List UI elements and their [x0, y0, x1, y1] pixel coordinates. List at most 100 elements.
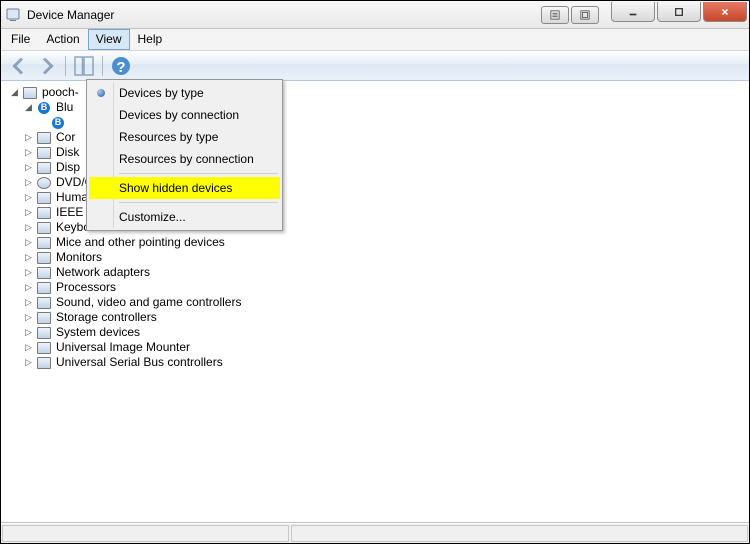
tree-item-label: Network adapters — [56, 265, 150, 280]
tree-item-label: Disp — [56, 160, 80, 175]
monitor-icon — [36, 250, 52, 266]
bluetooth-icon: B — [50, 115, 66, 131]
maximize-button[interactable] — [657, 2, 701, 22]
collapse-icon[interactable]: ◢ — [23, 102, 34, 113]
menu-action[interactable]: Action — [38, 29, 87, 50]
tree-item[interactable]: ▷ System devices — [9, 325, 749, 340]
menu-item-label: Show hidden devices — [119, 181, 232, 195]
usb-icon — [36, 355, 52, 371]
view-dropdown: Devices by type Devices by connection Re… — [86, 79, 283, 231]
ieee-icon — [36, 205, 52, 221]
tree-item[interactable]: ▷ Mice and other pointing devices — [9, 235, 749, 250]
radio-bullet-icon — [97, 89, 105, 97]
tree-item-label: Blu — [56, 100, 73, 115]
keyboard-icon — [36, 220, 52, 236]
tree-item[interactable]: ▷ Monitors — [9, 250, 749, 265]
tree-item-label: Universal Serial Bus controllers — [56, 355, 223, 370]
tree-item-label: System devices — [56, 325, 140, 340]
expand-icon[interactable]: ▷ — [23, 162, 34, 173]
gadget-button-2[interactable] — [571, 6, 599, 24]
tree-root-label: pooch- — [42, 85, 79, 100]
menu-view[interactable]: View — [88, 29, 130, 50]
expand-icon[interactable]: ▷ — [23, 147, 34, 158]
status-cell — [2, 525, 289, 542]
expand-icon[interactable]: ▷ — [23, 282, 34, 293]
hid-icon — [36, 190, 52, 206]
expand-icon[interactable]: ▷ — [23, 192, 34, 203]
menu-resources-by-connection[interactable]: Resources by connection — [89, 148, 280, 170]
tree-item-label: Sound, video and game controllers — [56, 295, 241, 310]
disk-icon — [36, 145, 52, 161]
toolbar: ? — [1, 51, 749, 81]
menu-item-label: Customize... — [119, 210, 186, 224]
window-extra-buttons — [541, 6, 599, 24]
menu-resources-by-type[interactable]: Resources by type — [89, 126, 280, 148]
tree-item[interactable]: ▷ Storage controllers — [9, 310, 749, 325]
computer-icon — [22, 85, 38, 101]
menu-item-label: Devices by type — [119, 86, 204, 100]
dvd-icon — [36, 175, 52, 191]
expand-icon[interactable]: ▷ — [23, 177, 34, 188]
menu-separator — [119, 173, 278, 174]
toolbar-divider — [65, 56, 66, 76]
toolbar-divider — [102, 56, 103, 76]
expand-icon[interactable]: ▷ — [23, 312, 34, 323]
menubar: File Action View Help — [1, 29, 749, 51]
back-button[interactable] — [7, 54, 31, 78]
tree-item[interactable]: ▷ Sound, video and game controllers — [9, 295, 749, 310]
menu-item-label: Resources by type — [119, 130, 218, 144]
tree-item-label: Cor — [56, 130, 75, 145]
expand-icon[interactable]: ▷ — [23, 297, 34, 308]
computer-icon — [36, 130, 52, 146]
expand-icon[interactable]: ▷ — [23, 132, 34, 143]
tree-item-label: Universal Image Mounter — [56, 340, 190, 355]
expand-icon[interactable]: ▷ — [23, 267, 34, 278]
expand-icon[interactable]: ▷ — [23, 237, 34, 248]
svg-text:?: ? — [116, 59, 125, 76]
menu-help[interactable]: Help — [130, 29, 171, 50]
gadget-button-1[interactable] — [541, 6, 569, 24]
expand-icon[interactable]: ▷ — [23, 327, 34, 338]
bluetooth-icon: B — [36, 100, 52, 116]
menu-item-label: Devices by connection — [119, 108, 239, 122]
storage-icon — [36, 310, 52, 326]
main-content: ◢ pooch- ◢ B Blu ▷ B ▷ Cor ▷ Disk ▷ Disp — [1, 81, 749, 523]
status-cell — [291, 525, 748, 542]
forward-button[interactable] — [35, 54, 59, 78]
window-controls — [611, 2, 747, 22]
tree-item-label: Disk — [56, 145, 79, 160]
menu-show-hidden-devices[interactable]: Show hidden devices — [89, 177, 280, 199]
expand-icon[interactable]: ▷ — [23, 207, 34, 218]
cpu-icon — [36, 280, 52, 296]
tree-item[interactable]: ▷ Universal Image Mounter — [9, 340, 749, 355]
expand-icon[interactable]: ▷ — [23, 222, 34, 233]
image-mounter-icon — [36, 340, 52, 356]
menu-customize[interactable]: Customize... — [89, 206, 280, 228]
app-icon — [5, 7, 21, 23]
mouse-icon — [36, 235, 52, 251]
menu-file[interactable]: File — [3, 29, 38, 50]
tree-item-label: Storage controllers — [56, 310, 157, 325]
tree-item[interactable]: ▷ Processors — [9, 280, 749, 295]
menu-separator — [119, 202, 278, 203]
menu-item-label: Resources by connection — [119, 152, 254, 166]
expand-icon[interactable]: ▷ — [23, 342, 34, 353]
expand-icon[interactable]: ▷ — [23, 357, 34, 368]
menu-devices-by-connection[interactable]: Devices by connection — [89, 104, 280, 126]
tree-item-label: Monitors — [56, 250, 102, 265]
collapse-icon[interactable]: ◢ — [9, 87, 20, 98]
minimize-button[interactable] — [611, 2, 655, 22]
tree-item[interactable]: ▷ Network adapters — [9, 265, 749, 280]
close-button[interactable] — [703, 2, 747, 22]
network-icon — [36, 265, 52, 281]
sound-icon — [36, 295, 52, 311]
titlebar: Device Manager — [1, 1, 749, 29]
tree-item[interactable]: ▷ Universal Serial Bus controllers — [9, 355, 749, 370]
tree-item-label: Processors — [56, 280, 116, 295]
display-icon — [36, 160, 52, 176]
menu-devices-by-type[interactable]: Devices by type — [89, 82, 280, 104]
expand-icon[interactable]: ▷ — [23, 252, 34, 263]
show-hide-tree-button[interactable] — [72, 54, 96, 78]
help-button[interactable]: ? — [109, 54, 133, 78]
system-icon — [36, 325, 52, 341]
